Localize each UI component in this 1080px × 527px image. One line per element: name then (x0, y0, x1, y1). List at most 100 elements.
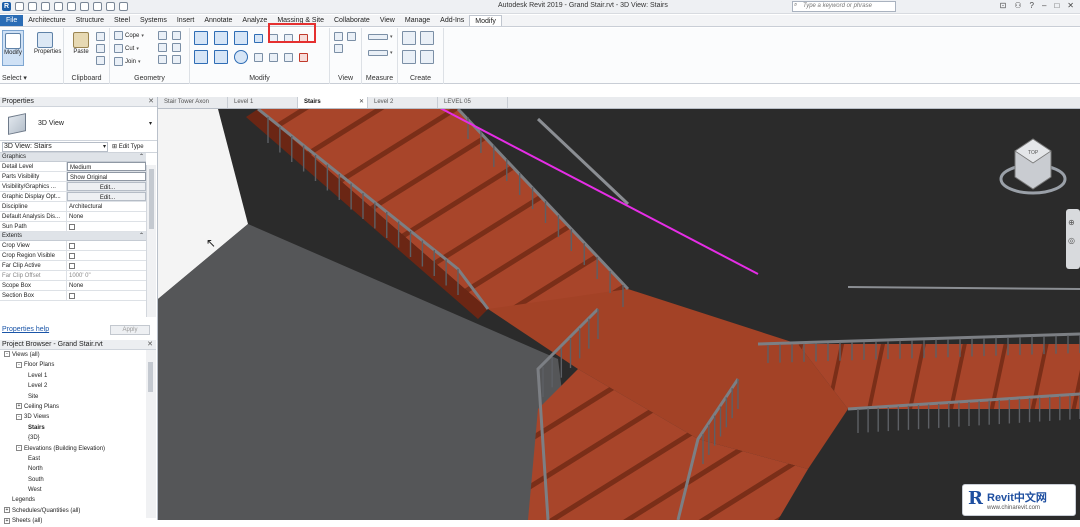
browser-node[interactable]: Level 1 (0, 371, 156, 381)
minimize-icon[interactable]: – (1042, 1, 1046, 10)
property-checkbox[interactable] (69, 263, 75, 269)
expand-icon[interactable]: + (16, 403, 22, 410)
property-checkbox[interactable] (69, 224, 75, 230)
graphics-category[interactable]: Graphics ⌃ (0, 153, 146, 162)
close-icon[interactable]: ✕ (147, 340, 153, 349)
tab-systems[interactable]: Systems (135, 15, 172, 26)
tab-collaborate[interactable]: Collaborate (329, 15, 375, 26)
align-icon[interactable] (194, 31, 208, 45)
measure-icon[interactable] (368, 34, 388, 40)
save-icon[interactable] (28, 2, 37, 11)
tab-structure[interactable]: Structure (71, 15, 109, 26)
measure-icon[interactable] (80, 2, 89, 11)
collapse-icon[interactable]: - (4, 351, 10, 358)
extents-category[interactable]: Extents ⌃ (0, 232, 146, 241)
undo-icon[interactable] (41, 2, 50, 11)
property-checkbox[interactable] (69, 243, 75, 249)
create-similar-icon[interactable] (420, 50, 434, 64)
instance-selector[interactable]: 3D View: Stairs (2, 141, 108, 152)
properties-help-link[interactable]: Properties help (0, 326, 49, 333)
modify-button[interactable]: Modify (2, 30, 24, 66)
maximize-icon[interactable]: □ (1054, 1, 1059, 10)
tab-view[interactable]: View (375, 15, 400, 26)
collapse-icon[interactable]: - (16, 413, 22, 420)
tab-annotate[interactable]: Annotate (199, 15, 237, 26)
collapse-icon[interactable]: - (16, 361, 22, 368)
property-value[interactable] (67, 291, 146, 300)
copy-icon[interactable] (96, 44, 105, 53)
browser-node[interactable]: Legends (0, 495, 156, 505)
scale-icon[interactable] (284, 52, 293, 62)
dimension-icon[interactable] (368, 50, 388, 56)
collapse-icon[interactable]: - (16, 444, 22, 451)
text-icon[interactable] (93, 2, 102, 11)
property-value[interactable]: Architectural (67, 202, 146, 211)
revit-logo-icon[interactable]: R (2, 2, 11, 11)
hammer-icon[interactable] (172, 55, 181, 64)
browser-node[interactable]: -3D Views (0, 412, 156, 422)
property-value[interactable]: Medium (67, 162, 146, 171)
type-selector[interactable]: 3D View ▾ (0, 107, 157, 141)
demolish-icon[interactable] (158, 55, 167, 64)
close-icon[interactable]: ✕ (148, 97, 154, 106)
wall-joins-icon[interactable] (172, 31, 181, 40)
browser-node[interactable]: Stairs (0, 423, 156, 433)
property-value[interactable] (67, 241, 146, 250)
expand-icon[interactable]: + (4, 517, 10, 524)
browser-node[interactable]: + Sheets (all) (0, 516, 156, 526)
join-button[interactable]: Join ▾ (114, 57, 141, 66)
browser-node[interactable]: + Ceiling Plans (0, 402, 156, 412)
zoom-icon[interactable]: ⊕ (1068, 218, 1075, 227)
view-tab[interactable]: Stair Tower Axon (158, 97, 228, 108)
help-icon[interactable]: ? (1030, 1, 1034, 10)
browser-node[interactable]: North (0, 464, 156, 474)
property-value[interactable] (67, 222, 146, 231)
properties-scrollbar[interactable] (146, 165, 156, 317)
print-icon[interactable] (67, 2, 76, 11)
cut-button[interactable]: Cut ▾ (114, 44, 139, 53)
hide-icon[interactable] (334, 44, 343, 53)
property-value[interactable] (67, 251, 146, 260)
tab-insert[interactable]: Insert (172, 15, 200, 26)
property-checkbox[interactable] (69, 293, 75, 299)
paste-button[interactable]: Paste (70, 30, 92, 66)
browser-node[interactable]: - Floor Plans (0, 360, 156, 370)
browser-node[interactable]: - Elevations (Building Elevation) (0, 444, 156, 454)
expand-icon[interactable]: + (4, 507, 10, 514)
section-icon[interactable] (119, 2, 128, 11)
property-value[interactable] (67, 261, 146, 270)
property-checkbox[interactable] (69, 253, 75, 259)
property-value[interactable]: None (67, 212, 146, 221)
property-value[interactable]: 1000' 0" (67, 271, 146, 280)
browser-node[interactable]: Level 2 (0, 381, 156, 391)
select-dropdown[interactable]: Select ▾ (0, 74, 63, 82)
cart-icon[interactable]: ⊡ (1000, 1, 1007, 10)
offset-icon[interactable] (214, 31, 228, 45)
redo-icon[interactable] (54, 2, 63, 11)
view-tab[interactable]: Level 1 (228, 97, 298, 108)
mirror-draw-icon[interactable] (254, 33, 263, 43)
remove-paint-icon[interactable] (172, 43, 181, 52)
property-value[interactable]: Edit... (67, 192, 146, 201)
tab-architecture[interactable]: Architecture (23, 15, 70, 26)
tab-file[interactable]: File (0, 15, 24, 26)
close-icon[interactable]: ✕ (1067, 1, 1074, 10)
tab-modify[interactable]: Modify (469, 15, 502, 26)
view-tab[interactable]: Stairs ✕ (298, 97, 368, 108)
split-face-icon[interactable] (158, 31, 167, 40)
tab-add-ins[interactable]: Add-Ins (435, 15, 469, 26)
browser-node[interactable]: + Schedules/Quantities (all) (0, 506, 156, 516)
match-type-icon[interactable] (96, 56, 105, 65)
property-value[interactable]: None (67, 281, 146, 290)
delete-icon[interactable] (299, 52, 308, 62)
steering-wheel-icon[interactable]: ◎ (1068, 236, 1075, 245)
properties-button[interactable]: Properties (34, 30, 61, 66)
3d-viewport[interactable]: TOP ⊕ ◎ ↖ (158, 109, 1080, 520)
trim-icon[interactable] (254, 52, 263, 62)
rotate-icon[interactable] (234, 50, 248, 64)
create-assembly-icon[interactable] (402, 31, 416, 45)
property-value[interactable]: Show Original (67, 172, 146, 181)
browser-scrollbar[interactable] (146, 350, 156, 518)
create-parts-icon[interactable] (420, 31, 434, 45)
view-tab[interactable]: LEVEL 05 (438, 97, 508, 108)
